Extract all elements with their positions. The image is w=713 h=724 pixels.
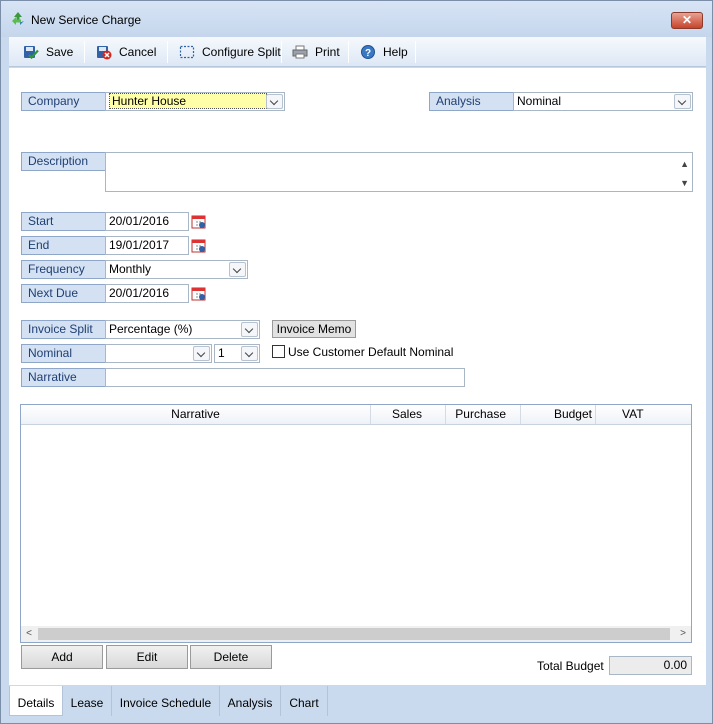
- end-date-input[interactable]: 19/01/2017: [105, 236, 189, 255]
- svg-text:?: ?: [365, 48, 371, 59]
- toolbar: Save Cancel Configure Split Print ? Help: [9, 37, 706, 67]
- delete-button[interactable]: Delete: [190, 645, 272, 669]
- narrative-label: Narrative: [21, 368, 106, 387]
- total-budget-label: Total Budget: [537, 659, 604, 673]
- total-budget-value: 0.00: [609, 656, 692, 675]
- save-button[interactable]: Save: [23, 40, 73, 64]
- charges-grid[interactable]: Narrative Sales Purchase Budget VAT < >: [20, 404, 692, 643]
- close-button[interactable]: ✕: [671, 12, 703, 29]
- tab-analysis[interactable]: Analysis: [220, 686, 281, 716]
- toolbar-separator: [167, 41, 168, 63]
- column-header-vat[interactable]: VAT: [596, 405, 671, 424]
- chevron-down-icon[interactable]: [241, 346, 258, 361]
- tab-chart[interactable]: Chart: [281, 686, 328, 716]
- grid-header: Narrative Sales Purchase Budget VAT: [21, 405, 691, 425]
- column-header-budget[interactable]: Budget: [521, 405, 596, 424]
- tab-lease[interactable]: Lease: [63, 686, 112, 716]
- window-title: New Service Charge: [31, 13, 142, 27]
- help-label: Help: [383, 45, 408, 59]
- dashed-select-icon: [179, 45, 195, 59]
- add-button[interactable]: Add: [21, 645, 103, 669]
- recycle-app-icon: [10, 11, 26, 27]
- calendar-icon[interactable]: [191, 214, 207, 230]
- calendar-icon[interactable]: [191, 238, 207, 254]
- service-charge-window: New Service Charge ✕ Save Cancel Configu…: [0, 0, 713, 724]
- tab-details[interactable]: Details: [9, 686, 63, 716]
- analysis-label: Analysis: [429, 92, 514, 111]
- nominal-number-value: 1: [218, 346, 225, 360]
- chevron-down-icon[interactable]: [229, 262, 246, 277]
- narrative-input[interactable]: [105, 368, 465, 387]
- cancel-button[interactable]: Cancel: [96, 40, 156, 64]
- printer-icon: [292, 45, 308, 59]
- description-label: Description: [21, 152, 106, 171]
- configure-split-label: Configure Split: [202, 45, 281, 59]
- help-icon: ?: [361, 45, 375, 59]
- column-header-narrative[interactable]: Narrative: [21, 405, 371, 424]
- frequency-value: Monthly: [109, 262, 152, 276]
- scrollbar-thumb[interactable]: [38, 628, 670, 640]
- description-textarea[interactable]: ▲ ▼: [105, 152, 693, 192]
- nominal-label: Nominal: [21, 344, 106, 363]
- invoice-split-label: Invoice Split: [21, 320, 106, 339]
- company-label: Company: [21, 92, 106, 111]
- toolbar-separator: [281, 41, 282, 63]
- bottom-tab-strip: Details Lease Invoice Schedule Analysis …: [9, 686, 706, 716]
- save-icon: [24, 46, 39, 60]
- column-header-sales[interactable]: Sales: [371, 405, 446, 424]
- company-combobox[interactable]: Hunter House: [105, 92, 285, 111]
- invoice-split-combobox[interactable]: Percentage (%): [105, 320, 260, 339]
- scroll-left-icon[interactable]: <: [21, 626, 37, 642]
- chevron-down-icon[interactable]: [241, 322, 258, 337]
- save-label: Save: [46, 45, 74, 59]
- close-icon: ✕: [681, 13, 693, 27]
- calendar-icon[interactable]: [191, 286, 207, 302]
- analysis-value: Nominal: [517, 94, 562, 108]
- frequency-combobox[interactable]: Monthly: [105, 260, 248, 279]
- start-date-input[interactable]: 20/01/2016: [105, 212, 189, 231]
- column-header-purchase[interactable]: Purchase: [446, 405, 521, 424]
- use-default-nominal-label: Use Customer Default Nominal: [288, 345, 454, 359]
- invoice-memo-button[interactable]: Invoice Memo: [272, 320, 356, 338]
- cancel-label: Cancel: [119, 45, 157, 59]
- tab-invoice-schedule[interactable]: Invoice Schedule: [112, 686, 220, 716]
- horizontal-scrollbar[interactable]: < >: [21, 626, 691, 642]
- end-label: End: [21, 236, 106, 255]
- company-value: Hunter House: [109, 93, 267, 109]
- start-label: Start: [21, 212, 106, 231]
- help-button[interactable]: ? Help: [360, 40, 408, 64]
- details-panel: Company Hunter House Analysis Nominal De…: [9, 68, 706, 685]
- chevron-down-icon[interactable]: [674, 94, 691, 109]
- toolbar-separator: [415, 41, 416, 63]
- scroll-down-icon[interactable]: ▼: [680, 175, 689, 191]
- invoice-split-value: Percentage (%): [109, 322, 193, 336]
- next-due-label: Next Due: [21, 284, 106, 303]
- next-due-value: 20/01/2016: [109, 286, 170, 300]
- chevron-down-icon[interactable]: [193, 346, 210, 361]
- print-button[interactable]: Print: [292, 40, 340, 64]
- end-date-value: 19/01/2017: [109, 238, 170, 252]
- scroll-up-icon[interactable]: ▲: [680, 156, 689, 173]
- analysis-combobox[interactable]: Nominal: [513, 92, 693, 111]
- nominal-combobox[interactable]: [105, 344, 212, 363]
- configure-split-button[interactable]: Configure Split: [179, 40, 281, 64]
- scroll-right-icon[interactable]: >: [675, 626, 691, 642]
- next-due-date-input[interactable]: 20/01/2016: [105, 284, 189, 303]
- nominal-number-combobox[interactable]: 1: [214, 344, 260, 363]
- print-label: Print: [315, 45, 340, 59]
- start-date-value: 20/01/2016: [109, 214, 170, 228]
- toolbar-separator: [348, 41, 349, 63]
- edit-button[interactable]: Edit: [106, 645, 188, 669]
- cancel-icon: [97, 46, 112, 60]
- use-default-nominal-checkbox[interactable]: [272, 345, 285, 358]
- frequency-label: Frequency: [21, 260, 106, 279]
- chevron-down-icon[interactable]: [266, 94, 283, 109]
- title-bar[interactable]: New Service Charge ✕: [1, 1, 712, 37]
- toolbar-separator: [84, 41, 85, 63]
